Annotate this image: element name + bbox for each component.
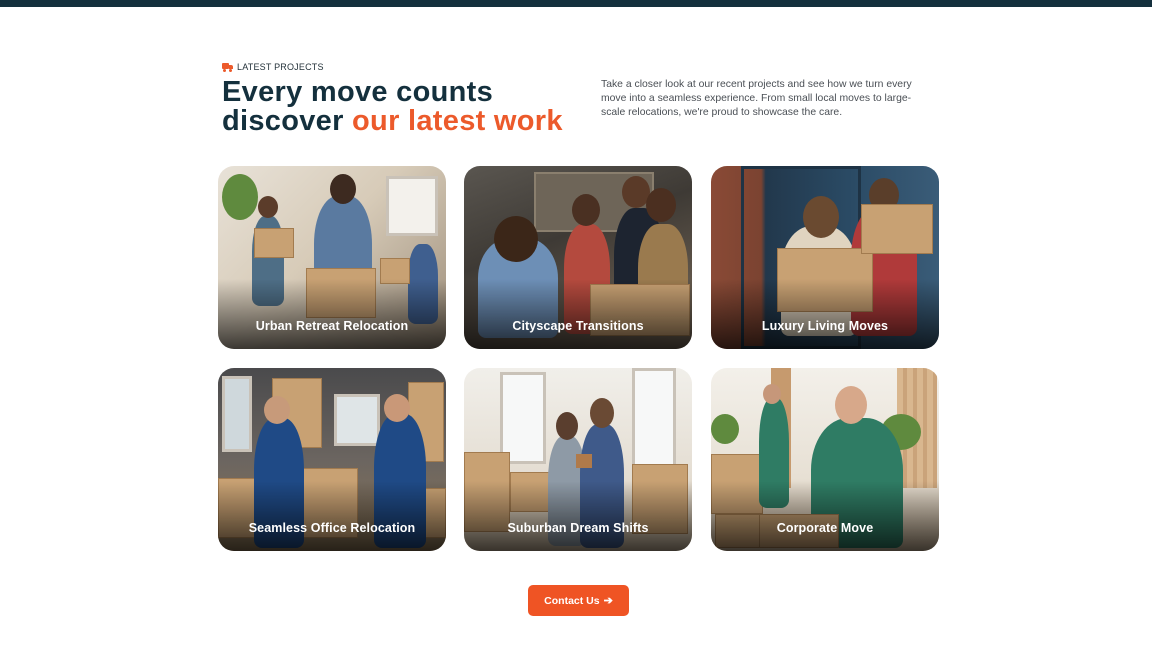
section-heading: Every move counts discover our latest wo… — [222, 78, 563, 136]
contact-us-label: Contact Us — [544, 594, 600, 607]
arrow-right-icon: ➔ — [603, 595, 613, 607]
project-title: Luxury Living Moves — [761, 319, 889, 333]
project-card[interactable]: Urban Retreat Relocation — [218, 166, 446, 349]
project-card[interactable]: Corporate Move — [711, 368, 939, 551]
project-title: Suburban Dream Shifts — [507, 521, 649, 535]
heading-accent: our latest work — [352, 105, 563, 137]
project-title: Cityscape Transitions — [512, 319, 644, 333]
project-title: Corporate Move — [776, 521, 874, 535]
contact-us-button[interactable]: Contact Us ➔ — [528, 585, 629, 616]
project-card[interactable]: Cityscape Transitions — [464, 166, 692, 349]
top-bar — [0, 0, 1152, 7]
project-card[interactable]: Suburban Dream Shifts — [464, 368, 692, 551]
project-title: Urban Retreat Relocation — [255, 319, 409, 333]
project-card[interactable]: Seamless Office Relocation — [218, 368, 446, 551]
truck-icon — [222, 62, 233, 72]
section-eyebrow: LATEST PROJECTS — [222, 62, 324, 72]
project-card[interactable]: Luxury Living Moves — [711, 166, 939, 349]
heading-line-2: discover — [222, 105, 353, 137]
heading-line-1: Every move counts — [222, 76, 494, 108]
eyebrow-label: LATEST PROJECTS — [237, 62, 324, 72]
section-intro: Take a closer look at our recent project… — [601, 79, 912, 118]
project-title: Seamless Office Relocation — [248, 521, 416, 535]
